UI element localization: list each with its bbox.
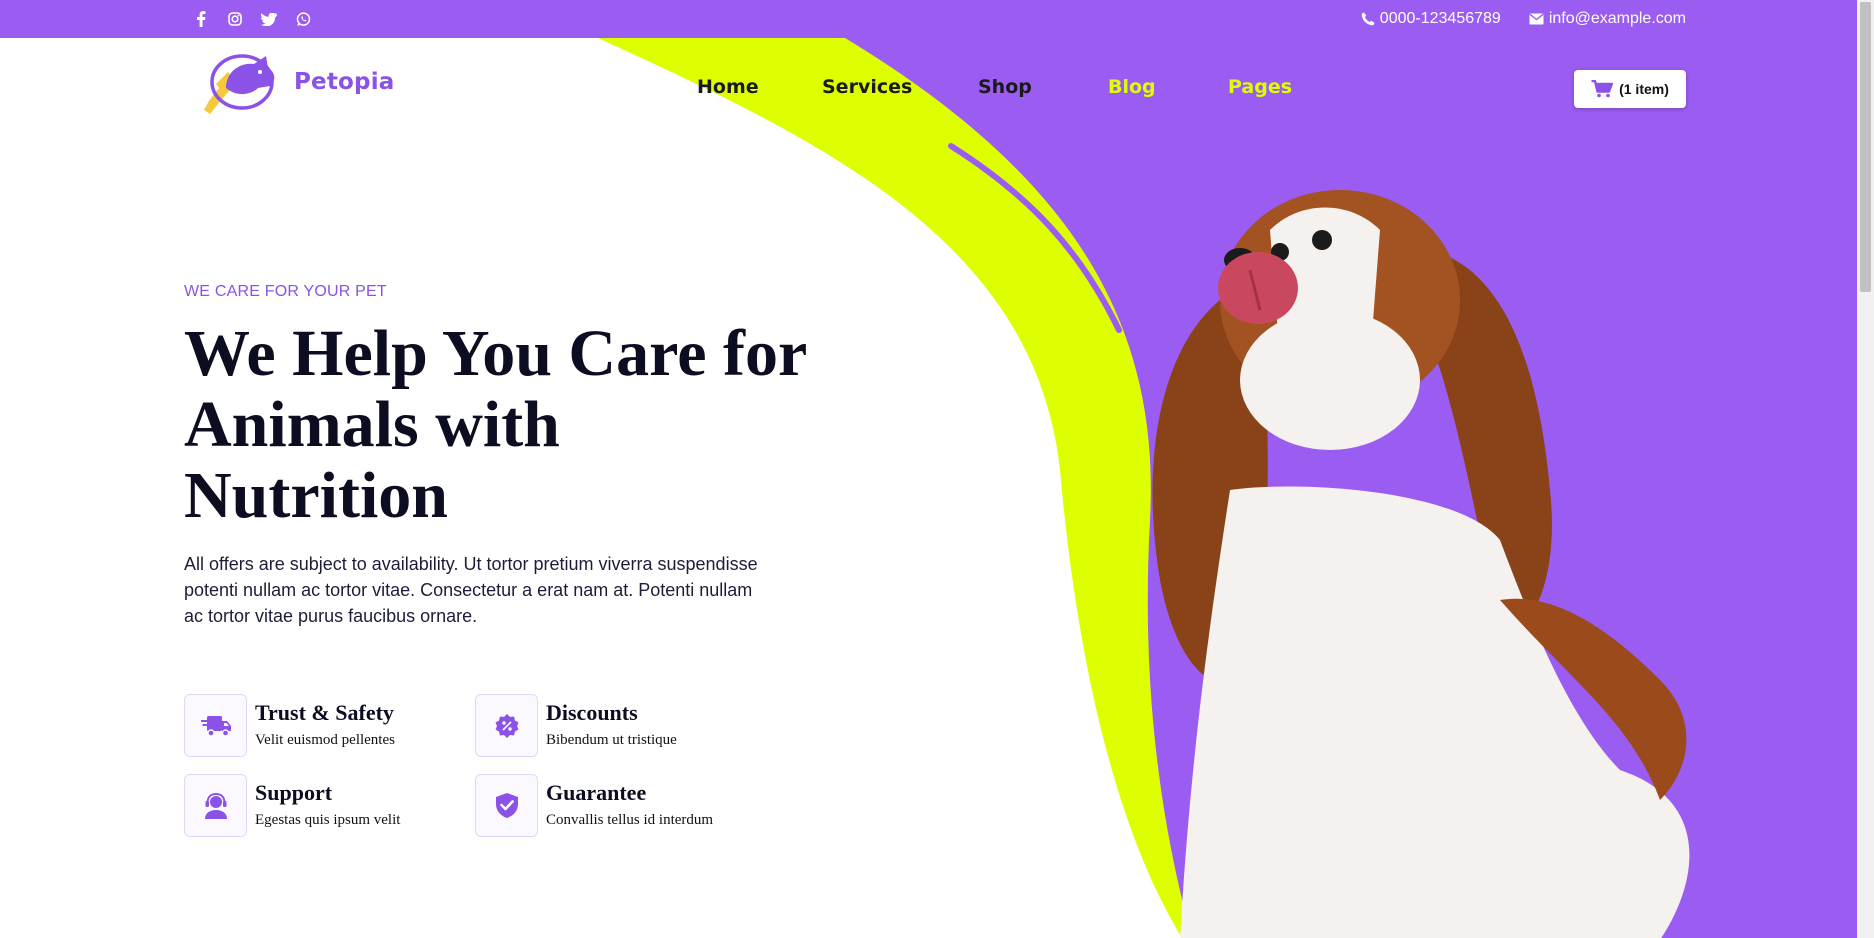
hero-headline: We Help You Care for Animals with Nutrit… <box>184 317 807 532</box>
cart-icon <box>1591 80 1614 98</box>
support-agent-icon <box>204 792 227 819</box>
nav-services[interactable]: Services <box>822 76 912 98</box>
feature-title: Trust & Safety <box>255 700 394 725</box>
feature-title: Support <box>255 780 333 805</box>
email-address: info@example.com <box>1548 10 1686 27</box>
nav-shop[interactable]: Shop <box>978 76 1032 98</box>
whatsapp-icon[interactable] <box>292 8 314 30</box>
feature-title: Guarantee <box>546 780 647 805</box>
feature-icon-box <box>475 694 538 757</box>
social-links <box>190 8 314 30</box>
feature-support: Support Egestas quis ipsum velit <box>184 774 464 838</box>
dog-image <box>1152 190 1690 938</box>
email-contact[interactable]: info@example.com <box>1529 10 1686 28</box>
petopia-logo-icon <box>204 54 275 114</box>
feature-guarantee: Guarantee Convallis tellus id interdum <box>475 774 755 838</box>
feature-title: Discounts <box>546 700 638 725</box>
hero-description: All offers are subject to availability. … <box>184 554 758 626</box>
discount-badge-icon <box>495 713 518 738</box>
phone-number: 0000-123456789 <box>1379 10 1501 27</box>
cart-label: (1 item) <box>1619 81 1669 97</box>
nav-home[interactable]: Home <box>697 76 759 98</box>
feature-description: Velit euismod pellentes <box>255 732 395 748</box>
shield-check-icon <box>495 793 518 818</box>
brand-name: Petopia <box>294 69 395 95</box>
brand-logo[interactable]: Petopia <box>196 48 395 116</box>
nav-pages[interactable]: Pages <box>1228 76 1292 98</box>
feature-icon-box <box>184 694 247 757</box>
twitter-icon[interactable] <box>258 8 280 30</box>
facebook-icon[interactable] <box>190 8 212 30</box>
scrollbar-thumb[interactable] <box>1860 2 1871 292</box>
feature-description: Convallis tellus id interdum <box>546 812 714 828</box>
phone-icon <box>1361 12 1375 26</box>
feature-discounts: Discounts Bibendum ut tristique <box>475 694 755 758</box>
envelope-icon <box>1529 13 1544 25</box>
feature-icon-box <box>184 774 247 837</box>
cart-button[interactable]: (1 item) <box>1574 70 1686 108</box>
truck-icon <box>200 715 231 737</box>
phone-contact[interactable]: 0000-123456789 <box>1361 10 1501 28</box>
page-scrollbar[interactable] <box>1857 0 1874 938</box>
instagram-icon[interactable] <box>224 8 246 30</box>
feature-description: Egestas quis ipsum velit <box>255 812 401 828</box>
contact-info: 0000-123456789 info@example.com <box>1361 10 1686 28</box>
top-bar: 0000-123456789 info@example.com <box>0 0 1874 38</box>
feature-icon-box <box>475 774 538 837</box>
feature-trust-safety: Trust & Safety Velit euismod pellentes <box>184 694 464 758</box>
nav-blog[interactable]: Blog <box>1108 76 1156 98</box>
hero-eyebrow: WE CARE FOR YOUR PET <box>184 283 387 300</box>
feature-description: Bibendum ut tristique <box>546 732 677 748</box>
